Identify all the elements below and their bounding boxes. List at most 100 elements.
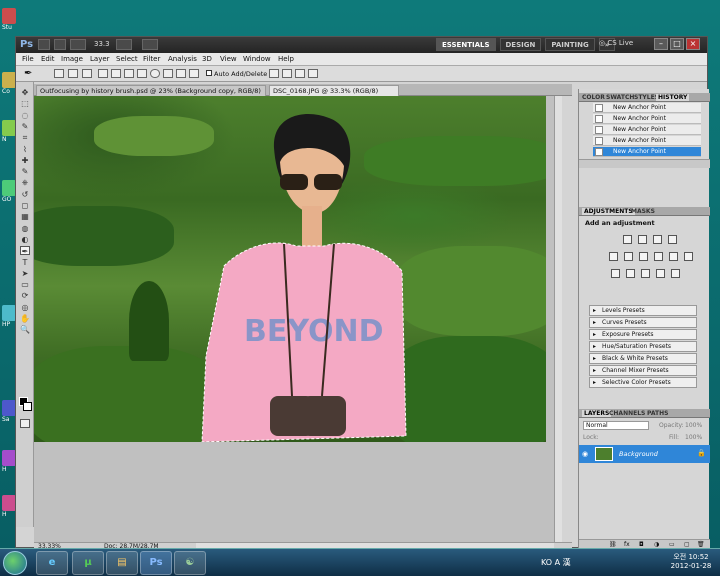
link-layers-icon[interactable]: ⛓ xyxy=(609,541,617,548)
paths-button[interactable] xyxy=(68,69,78,78)
auto-add-delete-checkbox[interactable] xyxy=(206,70,212,76)
tab-history[interactable]: HISTORY xyxy=(656,94,690,101)
desktop-icon[interactable]: N xyxy=(2,120,16,143)
menu-filter[interactable]: Filter xyxy=(143,55,160,63)
dodge-tool-icon[interactable]: ◐ xyxy=(20,235,30,244)
history-state[interactable]: New Anchor Point xyxy=(593,114,701,124)
tab-paths[interactable]: PATHS xyxy=(647,410,668,417)
adjustment-preset-item[interactable]: ▸ Black & White Presets xyxy=(589,353,697,364)
path-combine-subtract-button[interactable] xyxy=(282,69,292,78)
bridge-button[interactable] xyxy=(38,39,50,50)
start-button[interactable] xyxy=(3,551,27,575)
levels-icon[interactable] xyxy=(638,235,647,244)
line-button[interactable] xyxy=(176,69,186,78)
adjustment-preset-item[interactable]: ▸ Levels Presets xyxy=(589,305,697,316)
desktop-icon[interactable]: H xyxy=(2,495,16,518)
eraser-tool-icon[interactable]: ◻ xyxy=(20,201,30,210)
color-balance-icon[interactable] xyxy=(639,252,648,261)
taskbar-utorrent-icon[interactable]: µ xyxy=(72,551,104,575)
quick-select-tool-icon[interactable]: ✎ xyxy=(20,122,30,131)
tab-adjustments[interactable]: ADJUSTMENTS xyxy=(582,208,635,215)
adjustment-preset-item[interactable]: ▸ Hue/Saturation Presets xyxy=(589,341,697,352)
new-adjustment-icon[interactable]: ◑ xyxy=(654,541,659,548)
zoom-tool-icon[interactable]: 🔍 xyxy=(20,325,30,334)
polygon-button[interactable] xyxy=(163,69,173,78)
desktop-icon[interactable]: Co xyxy=(2,72,16,95)
taskbar-photoshop-icon[interactable]: Ps xyxy=(140,551,172,575)
tab-layers[interactable]: LAYERS xyxy=(582,410,612,417)
taskbar-ie-icon[interactable]: e xyxy=(36,551,68,575)
zoom-level-field[interactable]: 33.3 xyxy=(94,40,110,48)
quick-mask-button[interactable] xyxy=(20,419,30,428)
gradient-tool-icon[interactable]: ▦ xyxy=(20,212,30,221)
posterize-icon[interactable] xyxy=(626,269,635,278)
selective-color-icon[interactable] xyxy=(671,269,680,278)
clock[interactable]: 오전 10:52 2012-01-28 xyxy=(666,553,716,571)
arrange-documents-button[interactable] xyxy=(116,39,132,50)
tab-channels[interactable]: CHANNELS xyxy=(609,410,645,417)
gradient-map-icon[interactable] xyxy=(656,269,665,278)
menu-file[interactable]: File xyxy=(22,55,34,63)
path-combine-exclude-button[interactable] xyxy=(308,69,318,78)
photo-filter-icon[interactable] xyxy=(669,252,678,261)
layer-row-background[interactable]: ◉ Background 🔒 xyxy=(579,445,710,463)
healing-tool-icon[interactable]: ✚ xyxy=(20,156,30,165)
lasso-tool-icon[interactable]: ◌ xyxy=(20,111,30,120)
curves-icon[interactable] xyxy=(653,235,662,244)
add-mask-icon[interactable]: ◘ xyxy=(639,541,644,548)
menu-edit[interactable]: Edit xyxy=(41,55,55,63)
custom-shape-button[interactable] xyxy=(189,69,199,78)
desktop-icon[interactable]: H xyxy=(2,450,16,473)
menu-view[interactable]: View xyxy=(220,55,237,63)
cs-live-button[interactable]: ◎ CS Live xyxy=(599,39,633,47)
ellipse-button[interactable] xyxy=(150,69,160,78)
history-state[interactable]: New Anchor Point xyxy=(593,147,701,157)
menu-analysis[interactable]: Analysis xyxy=(168,55,197,63)
view-extras-button[interactable] xyxy=(70,39,86,50)
history-brush-tool-icon[interactable]: ↺ xyxy=(20,190,30,199)
hand-tool-icon[interactable]: ✋ xyxy=(20,314,30,323)
tab-outfocusing-psd[interactable]: Outfocusing by history brush.psd @ 23% (… xyxy=(36,85,266,96)
background-color-swatch[interactable] xyxy=(23,402,32,411)
hue-saturation-icon[interactable] xyxy=(624,252,633,261)
desktop-icon[interactable]: Stu xyxy=(2,8,16,31)
desktop-icon[interactable]: Sa xyxy=(2,400,16,423)
minimize-button[interactable]: – xyxy=(654,38,668,50)
desktop-icon[interactable]: GO xyxy=(2,180,16,203)
menu-3d[interactable]: 3D xyxy=(202,55,212,63)
crop-tool-icon[interactable]: ⌗ xyxy=(20,133,30,142)
adjustment-preset-item[interactable]: ▸ Exposure Presets xyxy=(589,329,697,340)
blur-tool-icon[interactable]: ◍ xyxy=(20,224,30,233)
pen-tool-icon[interactable]: ✒ xyxy=(20,246,30,256)
pen-button[interactable] xyxy=(98,69,108,78)
maximize-button[interactable]: □ xyxy=(670,38,684,50)
history-state[interactable]: New Anchor Point xyxy=(593,103,701,113)
menu-image[interactable]: Image xyxy=(61,55,83,63)
brush-tool-icon[interactable]: ✎ xyxy=(20,167,30,176)
language-indicator[interactable]: KO xyxy=(541,558,552,567)
eyedropper-tool-icon[interactable]: ⌇ xyxy=(20,145,30,154)
channel-mixer-icon[interactable] xyxy=(684,252,693,261)
brightness-contrast-icon[interactable] xyxy=(623,235,632,244)
opacity-value[interactable]: 100% xyxy=(685,422,702,429)
tab-swatches[interactable]: SWATCH xyxy=(606,94,634,101)
fill-pixels-button[interactable] xyxy=(82,69,92,78)
shape-tool-icon[interactable]: ▭ xyxy=(20,280,30,289)
canvas-area[interactable]: BEYOND xyxy=(34,96,554,542)
pen-tool-icon[interactable]: ✒ xyxy=(24,68,32,79)
menu-help[interactable]: Help xyxy=(278,55,294,63)
fill-value[interactable]: 100% xyxy=(685,434,702,441)
3d-rotate-tool-icon[interactable]: ⟳ xyxy=(20,291,30,300)
screen-mode-button[interactable] xyxy=(142,39,158,50)
tab-masks[interactable]: MASKS xyxy=(631,208,655,215)
tab-dsc-0168[interactable]: DSC_0168.JPG @ 33.3% (RGB/8) xyxy=(269,85,399,96)
document-photo[interactable]: BEYOND xyxy=(34,96,546,442)
type-tool-icon[interactable]: T xyxy=(20,258,30,267)
path-combine-add-button[interactable] xyxy=(269,69,279,78)
adjustment-preset-item[interactable]: ▸ Curves Presets xyxy=(589,317,697,328)
new-group-icon[interactable]: ▭ xyxy=(669,541,675,548)
menu-layer[interactable]: Layer xyxy=(90,55,110,63)
workspace-painting[interactable]: PAINTING xyxy=(545,38,595,51)
blend-mode-select[interactable]: Normal xyxy=(583,421,649,430)
rectangle-button[interactable] xyxy=(124,69,134,78)
